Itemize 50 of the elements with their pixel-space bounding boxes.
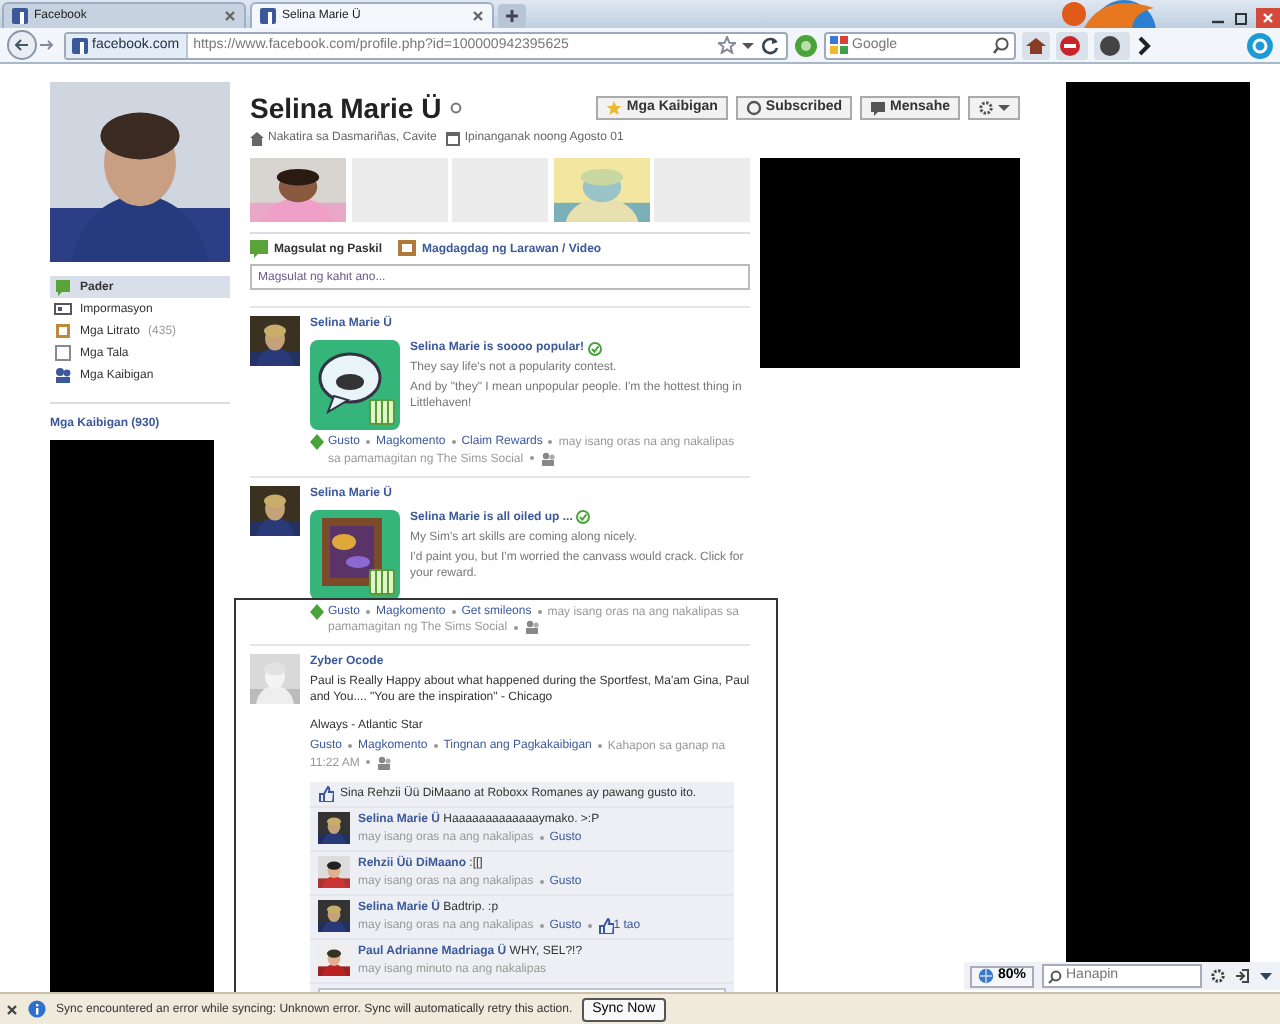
gear-icon[interactable]: [1210, 968, 1226, 984]
audience-icon: [523, 620, 540, 635]
friends-icon: [54, 366, 72, 384]
status-icon: [250, 240, 268, 258]
circle-icon[interactable]: [794, 33, 818, 57]
check-circle-icon: [588, 341, 603, 355]
close-icon[interactable]: [472, 10, 484, 22]
close-icon[interactable]: [1256, 8, 1280, 28]
new-tab-icon[interactable]: [498, 4, 526, 28]
message-icon: [870, 100, 887, 116]
page-icon: [12, 8, 28, 24]
thumbs-up-icon: [318, 785, 334, 802]
close-icon[interactable]: [6, 1003, 18, 1015]
globe-icon: [977, 968, 994, 984]
audience-icon: [375, 755, 392, 770]
subscribe-icon: [745, 100, 762, 116]
close-icon[interactable]: [224, 10, 236, 22]
search-icon[interactable]: [992, 36, 1010, 54]
notes-icon: [54, 344, 72, 362]
audience-icon: [539, 451, 556, 466]
star-icon: [606, 100, 623, 116]
calendar-icon: [446, 131, 461, 145]
caret-icon: [998, 102, 1010, 114]
restore-icon[interactable]: [1232, 8, 1252, 28]
chevron-right-icon[interactable]: [1136, 33, 1152, 57]
home-icon: [250, 131, 264, 145]
home-icon[interactable]: [1022, 31, 1050, 59]
gear-icon: [978, 100, 994, 116]
thumbs-up-icon: [597, 917, 614, 934]
google-icon: [830, 36, 848, 54]
caret-icon[interactable]: [742, 39, 754, 51]
reload-icon[interactable]: [760, 35, 780, 55]
caret-icon[interactable]: [1258, 968, 1274, 984]
star-icon[interactable]: [718, 36, 736, 54]
adblock-icon[interactable]: [1056, 31, 1088, 59]
back-forward-icon[interactable]: [6, 30, 58, 60]
info-icon: [28, 1000, 46, 1018]
exit-icon[interactable]: [1234, 968, 1250, 984]
speech-bubble-drawing: [310, 340, 400, 430]
check-circle-icon: [576, 510, 591, 525]
wall-icon: [54, 278, 72, 296]
search-icon: [1048, 969, 1062, 983]
info-icon: [54, 300, 72, 318]
page-icon: [260, 8, 276, 24]
page-icon: [72, 37, 88, 53]
photos-icon: [54, 322, 72, 340]
profile-name: Selina Marie Ü: [250, 92, 442, 124]
settings-button[interactable]: [968, 96, 1020, 120]
painting-drawing: [310, 509, 400, 600]
photo-icon: [398, 240, 417, 258]
